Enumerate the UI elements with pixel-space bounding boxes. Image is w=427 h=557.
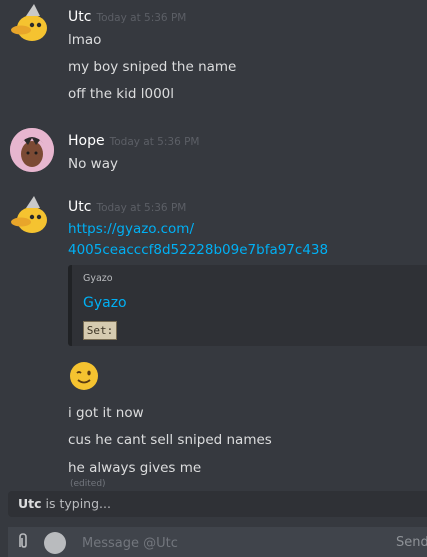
- typing-user: Utc: [18, 496, 42, 511]
- message-link[interactable]: 4005ceacccf8d52228b09e7bfa97c438: [68, 242, 328, 258]
- duck-avatar[interactable]: [10, 194, 54, 238]
- message-input[interactable]: Message @Utc: [82, 536, 178, 551]
- winking-face-icon: [70, 362, 98, 390]
- embed-thumbnail[interactable]: Set:: [83, 321, 117, 340]
- link-embed: Gyazo Gyazo Set:: [68, 265, 427, 346]
- message-text: he always gives me: [68, 460, 202, 476]
- message-header: Hope Today at 5:36 PM: [68, 130, 427, 150]
- author-name[interactable]: Utc: [68, 9, 91, 25]
- author-name[interactable]: Utc: [68, 199, 91, 215]
- message-link[interactable]: https://gyazo.com/: [68, 221, 194, 237]
- author-name[interactable]: Hope: [68, 133, 105, 149]
- portrait-icon: [10, 128, 54, 172]
- timestamp: Today at 5:36 PM: [96, 202, 187, 214]
- send-button[interactable]: Send: [396, 535, 427, 550]
- message-text: off the kid l000l: [68, 86, 174, 102]
- message-header: Utc Today at 5:36 PM: [68, 6, 427, 26]
- message-text: cus he cant sell sniped names: [68, 432, 272, 448]
- timestamp: Today at 5:36 PM: [96, 12, 187, 24]
- typing-indicator: Utc is typing...: [8, 491, 427, 517]
- message-header: Utc Today at 5:36 PM: [68, 196, 427, 216]
- edited-indicator: (edited): [70, 479, 106, 489]
- embed-title[interactable]: Gyazo: [83, 295, 127, 311]
- message-text: No way: [68, 156, 118, 172]
- message-text: i got it now: [68, 405, 144, 421]
- duck-avatar[interactable]: [10, 2, 54, 46]
- typing-text: Utc is typing...: [18, 496, 111, 511]
- emoji-picker-icon[interactable]: [44, 532, 66, 554]
- message-text: my boy sniped the name: [68, 59, 237, 75]
- timestamp: Today at 5:36 PM: [109, 136, 200, 148]
- hope-avatar[interactable]: [10, 128, 54, 172]
- typing-status: is typing...: [41, 496, 111, 511]
- message-composer: Message @Utc Send: [8, 527, 427, 557]
- message-text: lmao: [68, 32, 102, 48]
- embed-provider[interactable]: Gyazo: [83, 273, 113, 284]
